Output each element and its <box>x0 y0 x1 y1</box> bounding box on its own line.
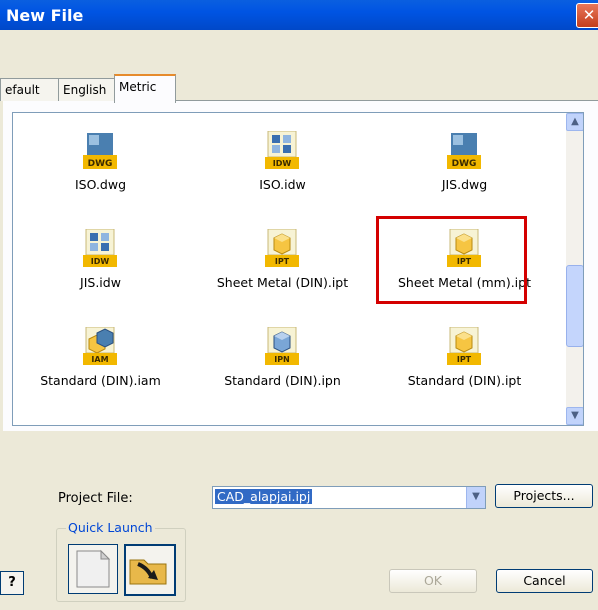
template-item-standard-din-ipn[interactable]: IPN Standard (DIN).ipn <box>195 321 370 411</box>
template-label: Sheet Metal (DIN).ipt <box>216 275 349 290</box>
tab-metric-label: Metric <box>119 80 157 94</box>
scroll-thumb[interactable] <box>566 265 583 347</box>
template-item-iso-idw[interactable]: IDW ISO.idw <box>195 125 370 215</box>
quick-launch-title: Quick Launch <box>66 520 155 535</box>
scroll-up-button[interactable]: ▲ <box>566 113 583 131</box>
close-button[interactable]: ✕ <box>576 3 598 28</box>
title-bar[interactable]: New File ✕ <box>0 0 598 30</box>
projects-button[interactable]: Projects... <box>495 484 593 508</box>
template-label: JIS.dwg <box>441 177 488 192</box>
idw-icon: IDW <box>265 131 299 169</box>
template-item-jis-idw[interactable]: IDW JIS.idw <box>13 223 188 313</box>
file-type-badge: DWG <box>452 159 477 169</box>
file-type-badge: IDW <box>273 159 292 168</box>
project-dropdown-button[interactable]: ▼ <box>466 487 485 508</box>
file-type-badge: IPT <box>457 355 472 364</box>
open-file-quick-button[interactable] <box>124 544 176 596</box>
help-button[interactable]: ? <box>0 571 24 595</box>
file-type-badge: IDW <box>91 257 110 266</box>
template-item-standard-din-iam[interactable]: IAM Standard (DIN).iam <box>13 321 188 411</box>
file-type-badge: IAM <box>91 355 108 364</box>
scroll-down-button[interactable]: ▼ <box>566 407 583 425</box>
new-file-dialog: New File ✕ efault English Metric DWG ISO… <box>0 0 598 610</box>
close-icon: ✕ <box>582 6 596 24</box>
file-type-badge: IPT <box>275 257 290 266</box>
dialog-title: New File <box>6 6 84 25</box>
file-type-badge: IPN <box>274 355 290 364</box>
ok-button[interactable]: OK <box>389 569 477 593</box>
file-type-badge: DWG <box>88 159 113 169</box>
vertical-scrollbar[interactable]: ▲ ▼ <box>566 113 583 425</box>
template-label: Standard (DIN).ipn <box>224 373 341 388</box>
tab-default-label: efault <box>5 83 40 97</box>
template-item-sheet-metal-din-ipt[interactable]: IPT Sheet Metal (DIN).ipt <box>195 223 370 313</box>
project-file-label: Project File: <box>58 491 133 506</box>
tab-english[interactable]: English <box>58 78 118 101</box>
tab-metric[interactable]: Metric <box>114 74 176 103</box>
new-file-quick-button[interactable] <box>68 544 118 594</box>
template-item-standard-din-ipt[interactable]: IPT Standard (DIN).ipt <box>377 321 552 411</box>
template-label: ISO.dwg <box>74 177 127 192</box>
ipt-icon: IPT <box>447 327 481 365</box>
template-item-jis-dwg[interactable]: DWG JIS.dwg <box>377 125 552 215</box>
template-label: Standard (DIN).ipt <box>407 373 522 388</box>
template-item-iso-dwg[interactable]: DWG ISO.dwg <box>13 125 188 215</box>
chevron-up-icon: ▲ <box>571 116 579 127</box>
dwg-icon: DWG <box>447 133 481 169</box>
tab-english-label: English <box>63 83 107 97</box>
tab-default[interactable]: efault <box>0 78 60 101</box>
blank-document-icon <box>76 549 111 588</box>
cancel-button[interactable]: Cancel <box>496 569 593 593</box>
idw-icon: IDW <box>83 229 117 267</box>
template-label: JIS.idw <box>80 275 121 290</box>
template-label: ISO.idw <box>259 177 306 192</box>
help-icon: ? <box>8 575 16 590</box>
chevron-down-icon: ▼ <box>571 410 579 421</box>
open-folder-icon <box>129 559 167 585</box>
dwg-icon: DWG <box>83 133 117 169</box>
project-file-select[interactable]: CAD_alapjai.ipj ▼ <box>212 486 486 509</box>
chevron-down-icon: ▼ <box>472 491 480 502</box>
template-label: Standard (DIN).iam <box>40 373 161 388</box>
iam-icon: IAM <box>83 327 117 365</box>
ipt-icon: IPT <box>265 229 299 267</box>
project-file-value: CAD_alapjai.ipj <box>215 489 313 504</box>
selection-highlight <box>376 216 527 304</box>
ipn-icon: IPN <box>265 327 299 365</box>
